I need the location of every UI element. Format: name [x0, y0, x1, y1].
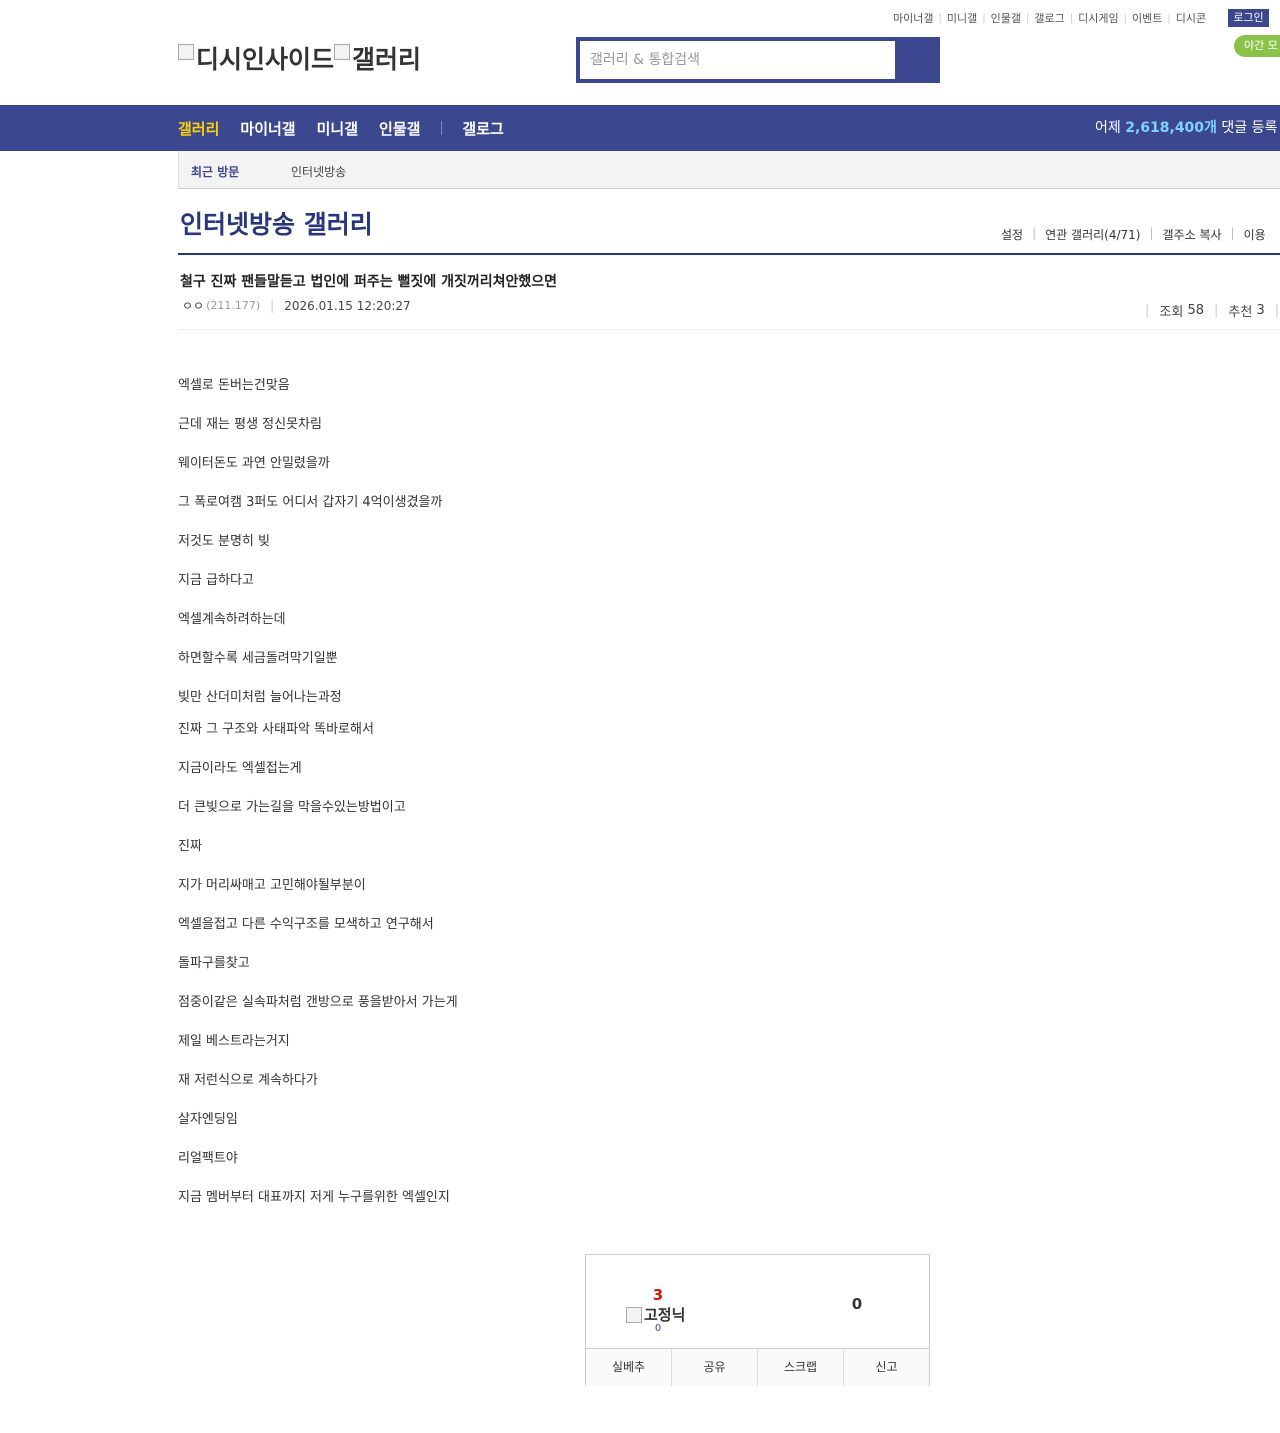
share-button[interactable]: 공유 — [672, 1349, 758, 1386]
body-line: 엑셀로 돈버는건맞음 — [178, 378, 290, 393]
title-underline — [178, 253, 1280, 255]
body-line: 지금 급하다고 — [178, 573, 254, 588]
broken-image-icon — [178, 44, 194, 60]
util-link-game[interactable]: 디시게임 — [1078, 10, 1118, 26]
upvote-button[interactable]: 고정닉 — [626, 1304, 685, 1325]
gallery-settings-link[interactable]: 설정 — [1001, 226, 1023, 243]
fixed-nick-count: 0 — [654, 1323, 662, 1334]
divider: | — [1069, 12, 1074, 24]
util-link-minor[interactable]: 마이너갤 — [893, 10, 933, 26]
upvote-count: 3 — [652, 1286, 664, 1304]
broken-image-icon — [334, 44, 351, 60]
body-line: 살자엔딩임 — [178, 1112, 238, 1127]
recommend-label: 추천 — [1228, 304, 1253, 320]
body-line: 진짜 그 구조와 사태파악 똑바로해서 — [178, 722, 374, 737]
copy-address-link[interactable]: 갤주소 복사 — [1163, 226, 1222, 243]
divider: | — [1149, 226, 1154, 240]
search-icon — [907, 52, 924, 68]
best-recommend-button[interactable]: 실베추 — [586, 1349, 672, 1386]
body-line: 그 폭로여캠 3퍼도 어디서 갑자기 4억이생겼을까 — [178, 495, 443, 510]
search-box — [576, 37, 940, 83]
nav-gallery[interactable]: 갤러리 — [178, 118, 219, 139]
nav-person-gallery[interactable]: 인물갤 — [379, 118, 420, 139]
views-count: 58 — [1187, 302, 1204, 318]
divider: | — [1167, 12, 1171, 24]
body-line: 엑셀계속하려하는데 — [178, 612, 286, 627]
post-header-divider — [178, 329, 1280, 330]
util-link-dccon[interactable]: 디시콘 — [1176, 10, 1206, 26]
search-button[interactable] — [895, 41, 936, 79]
divider: | — [270, 298, 275, 313]
logo-site-text: 디시인사이드 — [196, 45, 335, 74]
body-line: 재 저런식으로 계속하다가 — [178, 1073, 318, 1088]
body-line: 근데 재는 평생 정신못차림 — [178, 417, 322, 432]
body-line: 지금이라도 엑셀접는게 — [178, 761, 302, 776]
body-line: 저것도 분명히 빚 — [178, 534, 270, 549]
downvote-count[interactable]: 0 — [842, 1295, 872, 1313]
post-info: ㅇㅇ (211.177) | 2026.01.15 12:20:27 — [182, 297, 411, 314]
body-line: 지금 멤버부터 대표까지 저게 누구를위한 엑셀인지 — [178, 1190, 450, 1205]
main-nav: 갤러리 마이너갤 미니갤 인물갤 갤로그 어제 2,618,400개 댓글 등록 — [0, 105, 1280, 151]
site-logo[interactable]: 디시인사이드 갤러리 — [178, 40, 421, 76]
utility-links: 마이너갤 | 미니갤 | 인물갤 | 갤로그 | 디시게임 | 이벤트 | 디시콘 — [893, 10, 1206, 26]
body-line: 리얼팩트야 — [178, 1151, 238, 1166]
util-link-mini[interactable]: 미니갤 — [947, 10, 977, 26]
recommend-actions: 실베추 공유 스크랩 신고 — [586, 1348, 929, 1386]
related-gallery-link[interactable]: 연관 갤러리(4/71) — [1045, 226, 1140, 243]
body-line: 빚만 산더미처럼 늘어나는과정 — [178, 690, 342, 705]
util-link-event[interactable]: 이벤트 — [1132, 10, 1162, 26]
divider: | — [1274, 302, 1280, 318]
util-link-gallog[interactable]: 갤로그 — [1034, 10, 1064, 26]
body-line: 돌파구를찾고 — [178, 956, 250, 971]
body-line: 지가 머리싸매고 고민해야될부분이 — [178, 878, 366, 893]
body-line: 진짜 — [178, 839, 202, 854]
recent-visit-title[interactable]: 최근 방문 — [191, 163, 239, 180]
login-button[interactable]: 로그인 — [1228, 9, 1269, 27]
divider: | — [1032, 226, 1037, 240]
gallery-title[interactable]: 인터넷방송 갤러리 — [180, 205, 373, 241]
scrap-button[interactable]: 스크랩 — [758, 1349, 844, 1386]
report-button[interactable]: 신고 — [844, 1349, 929, 1386]
util-link-person[interactable]: 인물갤 — [991, 10, 1021, 26]
fixed-nick-label: 고정닉 — [644, 1306, 686, 1324]
post-date: 2026.01.15 12:20:27 — [284, 298, 411, 313]
nav-minor-gallery[interactable]: 마이너갤 — [240, 118, 295, 139]
stat-suffix: 댓글 등록 — [1221, 120, 1278, 136]
usage-link[interactable]: 이용 — [1244, 226, 1266, 243]
nav-divider — [441, 121, 443, 135]
logo-section-text: 갤러리 — [352, 45, 422, 74]
divider: | — [1145, 302, 1150, 318]
body-line: 하면할수록 세금돌려막기일뿐 — [178, 651, 338, 666]
post-author[interactable]: ㅇㅇ — [182, 297, 204, 314]
body-line: 제일 베스트라는거지 — [178, 1034, 290, 1049]
recent-visit-bar: 최근 방문 인터넷방송 — [178, 151, 1280, 189]
nav-mini-gallery[interactable]: 미니갤 — [317, 118, 358, 139]
stat-prefix: 어제 — [1095, 120, 1121, 136]
body-line: 엑셀을접고 다른 수익구조를 모색하고 연구해서 — [178, 917, 434, 932]
nav-gallog[interactable]: 갤로그 — [462, 118, 503, 139]
views-label: 조회 — [1159, 304, 1184, 320]
post-stats: | 조회 58 | 추천 3 | — [1135, 299, 1280, 321]
divider: | — [982, 12, 986, 24]
recommend-box: 3 고정닉 0 0 실베추 공유 스크랩 신고 — [585, 1254, 930, 1386]
broken-image-icon — [626, 1306, 642, 1323]
divider: | — [1230, 226, 1235, 240]
recommend-count: 3 — [1256, 302, 1265, 318]
stat-value: 2,618,400개 — [1125, 120, 1217, 136]
recent-visit-item[interactable]: 인터넷방송 — [291, 163, 346, 180]
divider: | — [1123, 12, 1127, 24]
gallery-menu: 설정 | 연관 갤러리(4/71) | 갤주소 복사 | 이용 — [1001, 226, 1266, 243]
body-line: 웨이터돈도 과연 안밀렸을까 — [178, 456, 330, 471]
comment-stat: 어제 2,618,400개 댓글 등록 — [1095, 105, 1277, 151]
post-title: 철구 진짜 팬들말듣고 법인에 퍼주는 뻘짓에 개짓꺼리쳐안했으면 — [180, 274, 558, 290]
night-mode-button[interactable]: 야간 모 — [1234, 35, 1280, 57]
body-line: 점중이같은 실속파처럼 갠방으로 풍을받아서 가는게 — [178, 995, 458, 1010]
post-ip: (211.177) — [206, 299, 261, 312]
search-input[interactable] — [580, 41, 895, 79]
body-line: 더 큰빚으로 가는길을 막을수있는방법이고 — [178, 800, 406, 815]
divider: | — [938, 12, 942, 24]
divider: | — [1025, 12, 1030, 24]
divider: | — [1214, 302, 1219, 318]
